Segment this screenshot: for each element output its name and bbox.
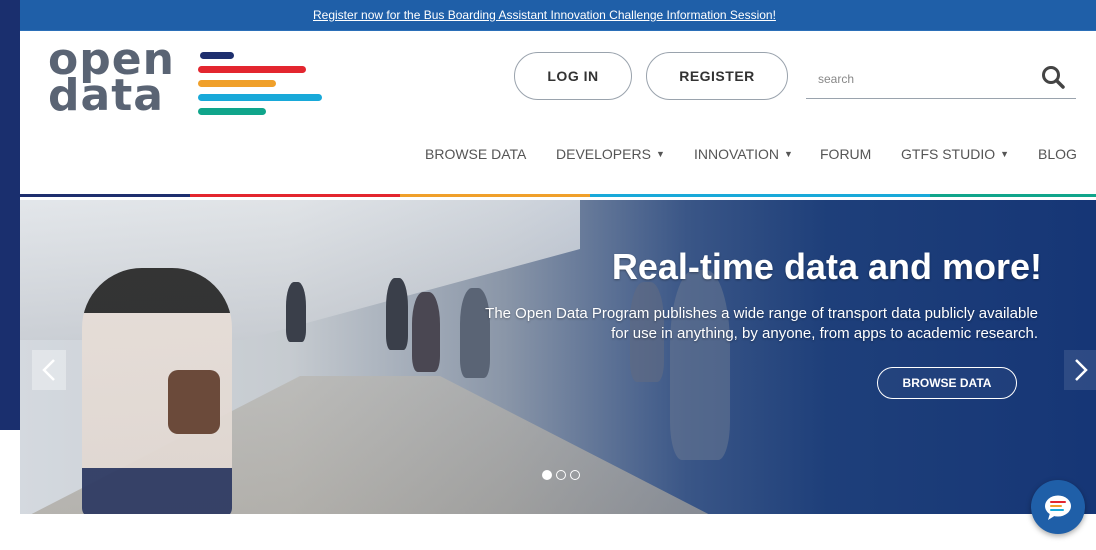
logo-line-data: data	[48, 70, 164, 121]
hero-title: Real-time data and more!	[611, 246, 1042, 287]
logo-stripe-cyan	[198, 94, 322, 101]
color-line-cyan	[590, 194, 930, 197]
color-line-orange	[400, 194, 590, 197]
hero-photo-person	[670, 270, 730, 460]
carousel-dot-1[interactable]	[542, 470, 552, 480]
search-input[interactable]	[816, 68, 1020, 90]
register-button[interactable]: REGISTER	[646, 52, 788, 100]
color-line-red	[190, 194, 400, 197]
hero-photo-person	[286, 282, 306, 342]
logo-wordmark: open data	[48, 38, 175, 121]
logo-stripe-teal	[198, 108, 266, 115]
chat-bubble-icon	[1045, 495, 1071, 520]
nav-blog-label: BLOG	[1038, 146, 1077, 162]
carousel-indicators	[542, 470, 580, 482]
hero-browse-data-button[interactable]: BROWSE DATA	[877, 367, 1017, 399]
hero-photo-handbag	[168, 370, 220, 434]
hero-photo-person	[386, 278, 408, 350]
header-color-line	[20, 194, 1096, 197]
chevron-down-icon: ▼	[655, 149, 665, 159]
logo-stripe-red	[198, 66, 306, 73]
nav-blog[interactable]: BLOG	[1038, 146, 1077, 162]
carousel-prev-button[interactable]	[32, 350, 66, 390]
page: Register now for the Bus Boarding Assist…	[20, 0, 1096, 550]
login-button[interactable]: LOG IN	[514, 52, 632, 100]
nav-forum[interactable]: FORUM	[820, 146, 871, 162]
logo[interactable]: open data	[48, 38, 322, 128]
window-frame-left	[0, 0, 20, 430]
hero-carousel: Real-time data and more! The Open Data P…	[20, 200, 1096, 514]
chat-button[interactable]	[1031, 480, 1085, 534]
hero-photo-person	[412, 292, 440, 372]
hero-browse-data-label: BROWSE DATA	[902, 376, 992, 390]
nav-browse-data[interactable]: BROWSE DATA	[425, 146, 526, 162]
login-label: LOG IN	[547, 68, 599, 84]
color-line-teal	[930, 194, 1096, 197]
chevron-down-icon: ▼	[784, 149, 793, 159]
color-line-navy	[20, 194, 190, 197]
logo-stripe-navy	[200, 52, 234, 59]
announcement-bar: Register now for the Bus Boarding Assist…	[20, 0, 1096, 31]
carousel-next-button[interactable]	[1064, 350, 1096, 390]
nav-innovation[interactable]: INNOVATION ▼	[694, 146, 793, 162]
search-box	[806, 58, 1076, 99]
carousel-dot-2[interactable]	[556, 470, 566, 480]
chevron-down-icon: ▼	[1000, 149, 1010, 159]
chevron-right-icon	[1075, 359, 1088, 381]
logo-stripe-orange	[198, 80, 276, 87]
nav-developers-label: DEVELOPERS	[556, 146, 651, 162]
nav-gtfs-studio[interactable]: GTFS STUDIO ▼	[901, 146, 1009, 162]
nav-innovation-label: INNOVATION	[694, 146, 780, 162]
nav-forum-label: FORUM	[820, 146, 872, 162]
nav-gtfs-studio-label: GTFS STUDIO	[901, 146, 996, 162]
nav-developers[interactable]: DEVELOPERS ▼	[556, 146, 665, 162]
chevron-left-icon	[42, 359, 55, 381]
hero-description: The Open Data Program publishes a wide r…	[485, 305, 1038, 342]
register-label: REGISTER	[679, 68, 755, 84]
nav-browse-data-label: BROWSE DATA	[425, 146, 527, 162]
announcement-link[interactable]: Register now for the Bus Boarding Assist…	[313, 8, 776, 22]
carousel-dot-3[interactable]	[570, 470, 580, 480]
window-frame-left-bottom	[0, 430, 20, 550]
search-icon[interactable]	[1040, 64, 1066, 90]
